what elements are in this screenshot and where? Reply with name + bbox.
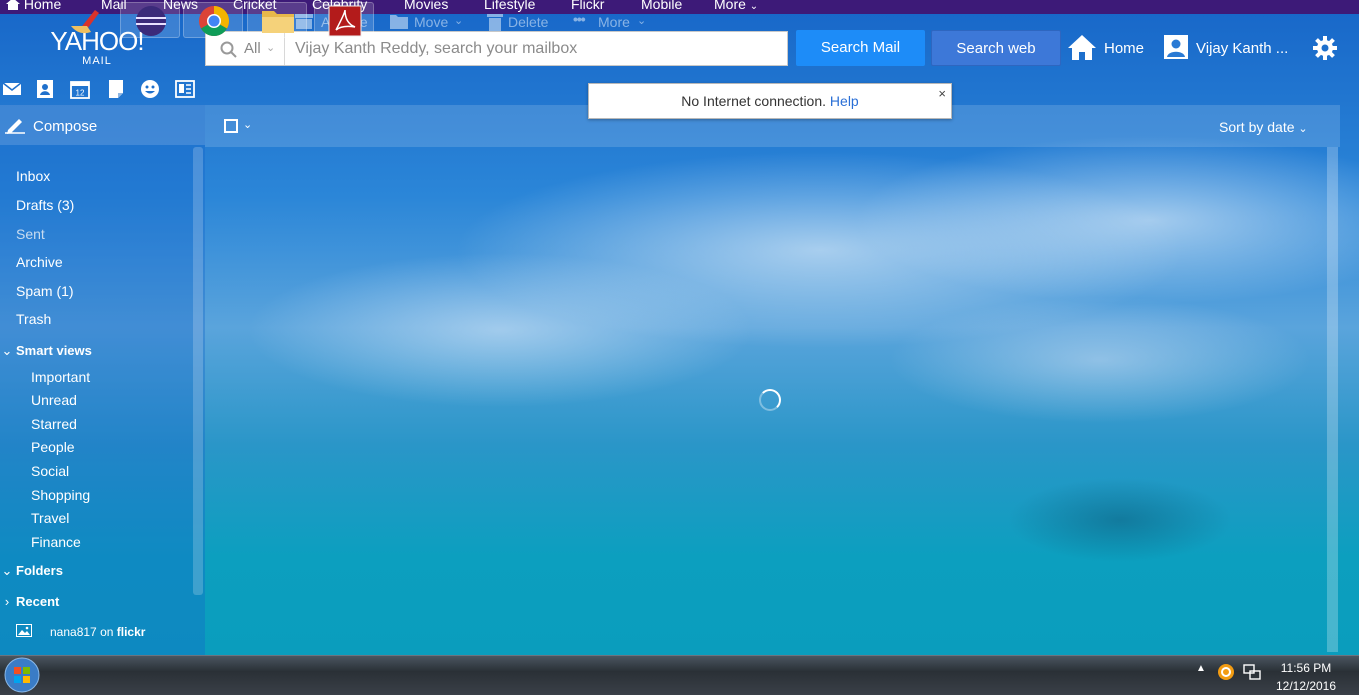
folder-sent[interactable]: Sent bbox=[16, 226, 45, 242]
search-icon bbox=[220, 41, 237, 58]
svg-text:12: 12 bbox=[76, 89, 85, 98]
top-nav-more[interactable]: More ⌄ bbox=[714, 0, 758, 12]
smart-views-toggle[interactable]: ⌄ Smart views bbox=[0, 343, 92, 359]
acrobat-taskbar-button[interactable] bbox=[314, 2, 374, 38]
trash-icon bbox=[487, 14, 503, 31]
mail-icon[interactable] bbox=[2, 79, 22, 99]
top-nav-lifestyle[interactable]: Lifestyle bbox=[484, 0, 535, 12]
compose-button[interactable]: Compose bbox=[0, 105, 205, 145]
eclipse-icon bbox=[136, 6, 166, 36]
user-account-link[interactable]: Vijay Kanth ... bbox=[1164, 35, 1294, 61]
more-actions-button[interactable]: ••• More ⌄ bbox=[573, 11, 649, 31]
folder-inbox[interactable]: Inbox bbox=[16, 168, 50, 184]
smart-view-shopping[interactable]: Shopping bbox=[31, 487, 90, 503]
eclipse-taskbar-button[interactable] bbox=[120, 2, 180, 38]
file-explorer-icon bbox=[262, 11, 294, 33]
move-folder-icon bbox=[390, 15, 408, 29]
chevron-down-icon: ⌄ bbox=[749, 1, 759, 12]
folders-toggle[interactable]: ⌄ Folders bbox=[0, 563, 63, 579]
tray-app-icon[interactable] bbox=[1217, 663, 1235, 681]
folder-trash[interactable]: Trash bbox=[16, 311, 51, 327]
home-icon bbox=[1068, 35, 1096, 60]
chrome-icon bbox=[199, 5, 230, 37]
smart-view-unread[interactable]: Unread bbox=[31, 392, 77, 408]
search-mail-button[interactable]: Search Mail bbox=[796, 30, 925, 66]
file-explorer-taskbar-button[interactable] bbox=[247, 2, 307, 38]
chevron-right-icon: › bbox=[4, 594, 10, 609]
folder-archive[interactable]: Archive bbox=[16, 254, 63, 270]
acrobat-reader-icon bbox=[328, 5, 362, 37]
help-link[interactable]: Help bbox=[830, 93, 859, 109]
smart-view-travel[interactable]: Travel bbox=[31, 510, 69, 526]
folder-spam[interactable]: Spam (1) bbox=[16, 283, 74, 299]
smart-view-social[interactable]: Social bbox=[31, 463, 69, 479]
windows-taskbar bbox=[0, 655, 1359, 695]
smart-view-starred[interactable]: Starred bbox=[31, 416, 77, 432]
select-all-checkbox[interactable] bbox=[224, 119, 238, 133]
chevron-down-icon: ⌄ bbox=[1, 563, 13, 578]
pencil-icon bbox=[5, 119, 25, 134]
smart-view-people[interactable]: People bbox=[31, 439, 75, 455]
calendar-icon[interactable]: 12 bbox=[70, 79, 90, 99]
folder-drafts[interactable]: Drafts (3) bbox=[16, 197, 74, 213]
ccleaner-icon bbox=[71, 10, 99, 34]
message-list-scrollbar[interactable] bbox=[1327, 147, 1338, 652]
chevron-down-icon[interactable]: ⌄ bbox=[243, 118, 252, 131]
loading-spinner bbox=[759, 389, 781, 411]
home-small-icon bbox=[6, 0, 20, 10]
move-button[interactable]: Move ⌄ bbox=[390, 13, 468, 31]
smart-view-important[interactable]: Important bbox=[31, 369, 90, 385]
start-button[interactable] bbox=[2, 656, 42, 694]
chrome-taskbar-button[interactable] bbox=[183, 2, 243, 38]
more-dots-icon: ••• bbox=[573, 11, 586, 27]
user-avatar-icon bbox=[1164, 35, 1188, 59]
recent-toggle[interactable]: › Recent bbox=[0, 594, 60, 609]
chevron-down-icon: ⌄ bbox=[637, 15, 647, 27]
no-internet-notification: No Internet connection. Help × bbox=[588, 83, 952, 119]
sidebar-scrollbar[interactable] bbox=[193, 147, 203, 595]
messenger-icon[interactable] bbox=[140, 79, 160, 99]
contacts-icon[interactable] bbox=[35, 79, 55, 99]
notepad-icon[interactable] bbox=[106, 79, 126, 99]
smart-view-finance[interactable]: Finance bbox=[31, 534, 81, 550]
taskbar-clock[interactable]: 11:56 PM 12/12/2016 bbox=[1270, 659, 1342, 695]
image-icon bbox=[16, 624, 32, 637]
show-hidden-icons-arrow-icon[interactable]: ▲ bbox=[1196, 663, 1206, 674]
network-icon[interactable] bbox=[1243, 663, 1261, 681]
chevron-down-icon: ⌄ bbox=[1298, 123, 1308, 135]
sort-dropdown[interactable]: Sort by date ⌄ bbox=[1219, 119, 1308, 135]
top-nav-movies[interactable]: Movies bbox=[404, 0, 448, 12]
top-nav-mobile[interactable]: Mobile bbox=[641, 0, 682, 12]
settings-gear-icon[interactable] bbox=[1312, 35, 1338, 61]
search-web-button[interactable]: Search web bbox=[931, 30, 1061, 66]
newsfeed-icon[interactable] bbox=[175, 79, 195, 99]
ccleaner-taskbar-button[interactable] bbox=[57, 2, 117, 38]
chevron-down-icon: ⌄ bbox=[454, 15, 464, 27]
top-nav-home[interactable]: Home bbox=[6, 0, 61, 12]
close-icon[interactable]: × bbox=[938, 76, 946, 111]
chevron-down-icon: ⌄ bbox=[1, 343, 13, 358]
delete-button[interactable]: Delete bbox=[487, 13, 553, 31]
